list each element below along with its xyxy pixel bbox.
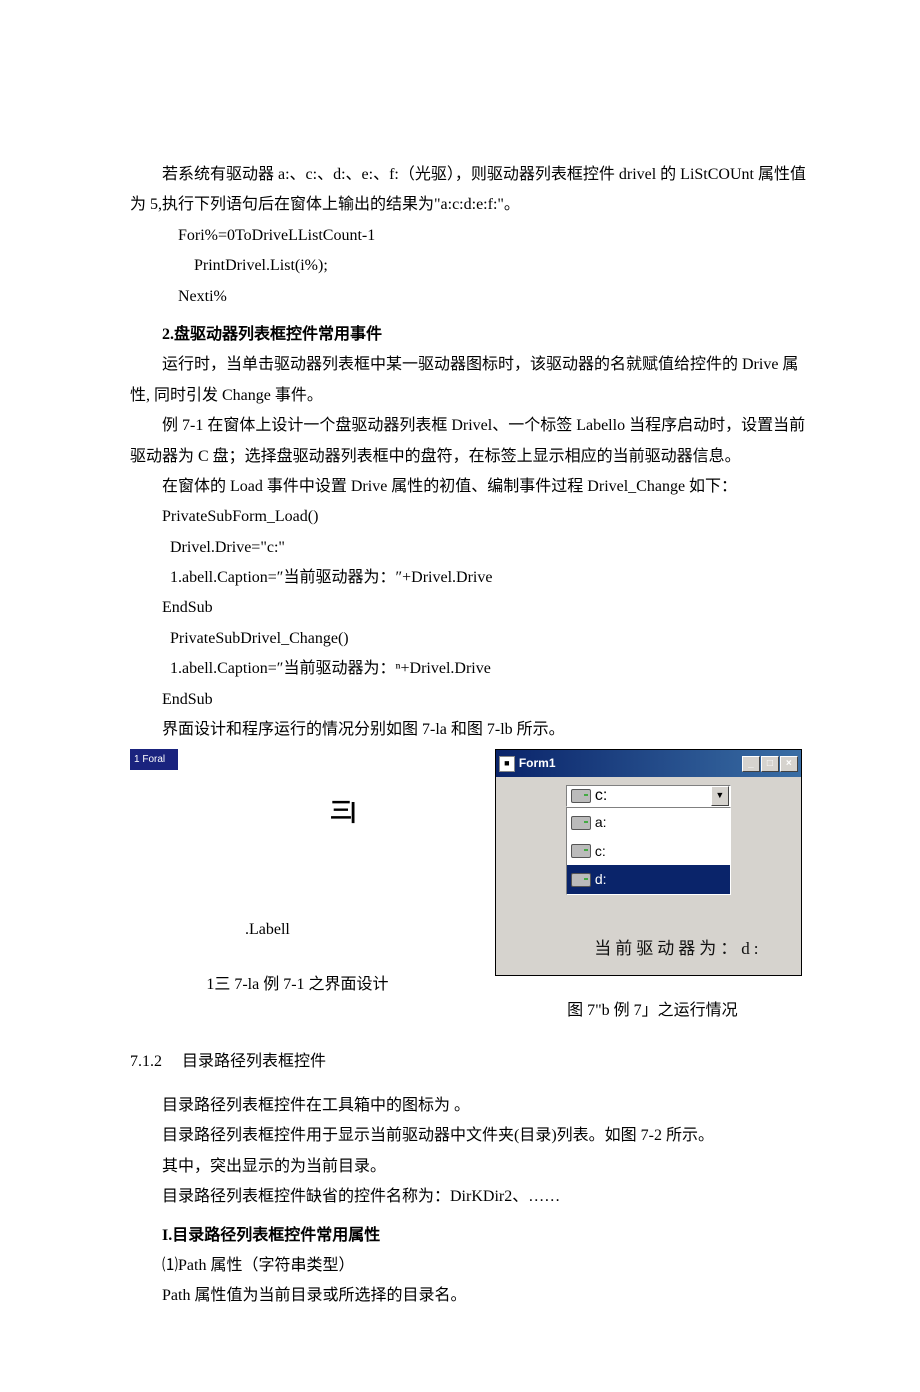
drive-selected: c: [595, 781, 607, 811]
status-label: 当前驱动器为：d: [566, 933, 791, 965]
code-line: PrintDrivel.List(i%); [130, 251, 810, 281]
code-line: PrivateSubForm_Load() [130, 502, 810, 532]
drive-option-a[interactable]: a: [567, 808, 730, 837]
paragraph: 若系统有驱动器 a:、c:、d:、e:、f:（光驱），则驱动器列表框控件 dri… [130, 160, 810, 221]
heading: I.目录路径列表框控件常用属性 [130, 1221, 810, 1251]
paragraph: 运行时，当单击驱动器列表框中某一驱动器图标时，该驱动器的名就赋值给控件的 Dri… [130, 350, 810, 411]
code-line: PrivateSubDrivel_Change() [130, 624, 810, 654]
paragraph: 其中，突出显示的为当前目录。 [130, 1152, 810, 1182]
section-number: 7.1.2 [130, 1047, 162, 1077]
minimize-button[interactable]: _ [742, 756, 760, 772]
label-control: .Labell [245, 915, 290, 945]
code-line: EndSub [130, 593, 810, 623]
paragraph: Path 属性值为当前目录或所选择的目录名。 [130, 1281, 810, 1311]
drive-icon [571, 789, 591, 803]
figure-row: 1 Foral 三| .Labell 1三 7-la 例 7-1 之界面设计 ■… [130, 749, 810, 1026]
form-icon: ■ [499, 756, 515, 772]
code-line: 1.abell.Caption=″当前驱动器为：″+Drivel.Drive [130, 563, 810, 593]
vb-window: ■ Form1 _ □ × c: ▼ [495, 749, 802, 976]
maximize-button[interactable]: □ [761, 756, 779, 772]
code-line: Fori%=0ToDriveLListCount-1 [130, 221, 810, 251]
section-title: 目录路径列表框控件 [182, 1047, 326, 1077]
figure-design: 1 Foral 三| .Labell 1三 7-la 例 7-1 之界面设计 [130, 749, 465, 1026]
figure-caption: 1三 7-la 例 7-1 之界面设计 [130, 970, 465, 1000]
document-page: 若系统有驱动器 a:、c:、d:、e:、f:（光驱），则驱动器列表框控件 dri… [0, 0, 920, 1392]
paragraph: 界面设计和程序运行的情况分别如图 7-la 和图 7-lb 所示。 [130, 715, 810, 745]
drive-listbox-icon: 三| [330, 790, 354, 832]
drive-option-c[interactable]: c: [567, 837, 730, 866]
code-line: Nexti% [130, 282, 810, 312]
subsection-heading: 7.1.2 目录路径列表框控件 [130, 1047, 810, 1077]
chevron-down-icon[interactable]: ▼ [711, 786, 729, 806]
window-titlebar: 1 Foral [130, 749, 178, 770]
figure-runtime: ■ Form1 _ □ × c: ▼ [495, 749, 810, 1026]
close-button[interactable]: × [780, 756, 798, 772]
paragraph: 例 7-1 在窗体上设计一个盘驱动器列表框 Drivel、一个标签 Labell… [130, 411, 810, 472]
window-title: Form1 [519, 752, 556, 775]
drive-combobox[interactable]: c: ▼ [566, 785, 731, 807]
paragraph: 目录路径列表框控件缺省的控件名称为：DirKDir2、…… [130, 1182, 810, 1212]
drive-label: c: [595, 838, 606, 865]
figure-caption: 图 7"b 例 7」之运行情况 [495, 996, 810, 1026]
paragraph: 目录路径列表框控件在工具箱中的图标为 。 [130, 1091, 810, 1121]
drive-label: a: [595, 809, 607, 836]
paragraph: 在窗体的 Load 事件中设置 Drive 属性的初值、编制事件过程 Drive… [130, 472, 810, 502]
drive-list-dropdown[interactable]: a: c: d: [566, 807, 731, 895]
heading: 2.盘驱动器列表框控件常用事件 [130, 320, 810, 350]
paragraph: 目录路径列表框控件用于显示当前驱动器中文件夹(目录)列表。如图 7-2 所示。 [130, 1121, 810, 1151]
paragraph: ⑴Path 属性（字符串类型） [130, 1251, 810, 1281]
code-line: 1.abell.Caption=″当前驱动器为：ⁿ+Drivel.Drive [130, 654, 810, 684]
drive-label: d: [595, 866, 607, 893]
drive-icon [571, 844, 591, 858]
drive-icon [571, 816, 591, 830]
code-line: Drivel.Drive="c:" [130, 533, 810, 563]
drive-icon [571, 873, 591, 887]
drive-option-d[interactable]: d: [567, 865, 730, 894]
window-titlebar: ■ Form1 _ □ × [496, 750, 801, 777]
code-line: EndSub [130, 685, 810, 715]
